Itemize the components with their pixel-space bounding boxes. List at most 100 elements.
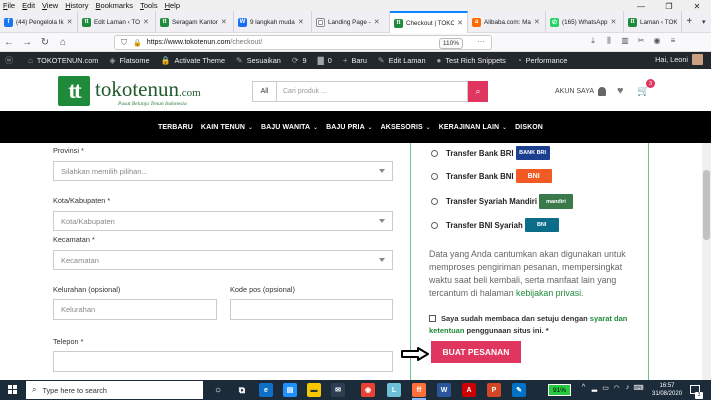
tab-checkout[interactable]: tt Checkout | TOKO ✕ <box>390 11 468 33</box>
nav-diskon[interactable]: DISKON <box>515 124 543 131</box>
kelurahan-input[interactable]: Kelurahan <box>53 299 217 320</box>
wp-item-edit-page[interactable]: ✎ Edit Laman <box>378 56 426 65</box>
file-explorer-icon[interactable]: ▬ <box>307 383 321 397</box>
app-l-icon[interactable]: L <box>387 383 401 397</box>
edge-icon[interactable]: e <box>259 383 273 397</box>
kota-select[interactable]: Kota/Kabupaten <box>53 211 393 231</box>
scrollbar-thumb[interactable] <box>703 170 710 240</box>
volume-icon[interactable]: ♪ <box>622 384 633 392</box>
kecamatan-select[interactable]: Kecamatan <box>53 250 393 270</box>
place-order-button[interactable]: BUAT PESANAN <box>431 341 521 363</box>
clock[interactable]: 16:57 31/08/2020 <box>652 382 682 398</box>
tab-laman[interactable]: tt Laman ‹ TOKOTE <box>624 11 682 33</box>
tab-close-icon[interactable]: ✕ <box>143 18 149 26</box>
nav-kerajinan-lain[interactable]: KERAJINAN LAIN ⌄ <box>439 124 507 131</box>
nav-baju-wanita[interactable]: BAJU WANITA ⌄ <box>261 124 318 131</box>
firefox-icon[interactable]: ff <box>412 383 426 400</box>
task-view-icon[interactable]: ⧉ <box>235 383 249 397</box>
forward-icon[interactable]: → <box>18 37 36 48</box>
cart-icon[interactable]: 🛒 <box>637 86 649 97</box>
windows-start-icon[interactable] <box>8 385 18 395</box>
chrome-icon[interactable]: ◉ <box>361 383 375 397</box>
nav-kain-tenun[interactable]: KAIN TENUN ⌄ <box>201 124 253 131</box>
url-bar[interactable]: ⛉ 🔒 https://www.tokotenun.com/checkout/ … <box>114 35 492 50</box>
terms-checkbox[interactable] <box>429 315 436 322</box>
kodepos-input[interactable] <box>230 299 393 320</box>
wp-item-customize[interactable]: ✎ Sesuaikan <box>236 56 281 65</box>
wp-item-comments[interactable]: ▇ 0 <box>318 56 332 65</box>
sidebar-icon[interactable]: ▥ <box>617 36 633 46</box>
battery-indicator[interactable]: 91% <box>548 384 571 396</box>
tab-close-icon[interactable]: ✕ <box>374 18 380 26</box>
telepon-input[interactable] <box>53 351 393 372</box>
network-icon[interactable]: ▂ <box>589 384 600 392</box>
payment-option-bri[interactable]: Transfer Bank BRI BANK BRI <box>431 146 550 160</box>
wp-item-wordpress[interactable]: ⓦ <box>5 55 17 66</box>
tab-edit-laman[interactable]: tt Edit Laman ‹ TO ✕ <box>78 11 156 33</box>
back-icon[interactable]: ← <box>0 37 18 48</box>
menu-edit[interactable]: Edit <box>22 1 35 10</box>
wp-user-menu[interactable]: Hai, Leoni <box>655 54 703 65</box>
tab-landing[interactable]: ▢ Landing Page - ✕ <box>312 11 390 33</box>
provinsi-select[interactable]: Silahkan memilih pilihan... <box>53 161 393 181</box>
store-icon[interactable]: ▤ <box>283 383 297 397</box>
radio-button[interactable] <box>431 172 438 180</box>
tab-close-icon[interactable]: ✕ <box>457 19 463 27</box>
menu-help[interactable]: Help <box>165 1 180 10</box>
radio-button[interactable] <box>431 198 438 205</box>
account-link[interactable]: AKUN SAYA <box>555 87 607 96</box>
tab-close-icon[interactable]: ✕ <box>298 18 304 26</box>
home-icon[interactable]: ⌂ <box>54 37 72 48</box>
wp-item-activate-theme[interactable]: 🔒 Activate Theme <box>161 56 226 65</box>
wp-item-rich-snippets[interactable]: ● Test Rich Snippets <box>437 56 506 65</box>
mail-icon[interactable]: ✉ <box>331 383 345 397</box>
powerpoint-icon[interactable]: P <box>487 383 501 397</box>
search-input[interactable]: Cari produk ... <box>277 81 468 102</box>
privacy-policy-link[interactable]: kebijakan privasi <box>516 288 581 298</box>
tab-close-icon[interactable]: ✕ <box>611 18 617 26</box>
screenshot-icon[interactable]: ✂ <box>633 36 649 46</box>
cortana-icon[interactable]: ○ <box>211 383 225 397</box>
menu-tools[interactable]: Tools <box>140 1 158 10</box>
word-app-icon[interactable]: W <box>437 383 451 397</box>
search-button[interactable]: ⌕ <box>468 81 488 102</box>
tab-alibaba[interactable]: a Alibaba.com: Ma ✕ <box>468 11 546 33</box>
wp-item-flatsome[interactable]: ◈ Flatsome <box>109 56 149 65</box>
library-icon[interactable]: ⫼ <box>601 36 617 46</box>
tab-seragam[interactable]: tt Seragam Kantor ✕ <box>156 11 234 33</box>
tab-pengelola[interactable]: f (44) Pengelola Ik ✕ <box>0 11 78 33</box>
taskbar-search-input[interactable]: ⌕ Type here to search <box>26 381 203 399</box>
tab-close-icon[interactable]: ✕ <box>67 18 73 26</box>
shield-icon[interactable]: ⛉ <box>121 38 127 48</box>
nav-aksesoris[interactable]: AKSESORIS ⌄ <box>381 124 431 131</box>
tab-close-icon[interactable]: ✕ <box>534 18 540 26</box>
new-tab-button[interactable]: + <box>682 11 697 32</box>
paint-icon[interactable]: ✎ <box>512 383 526 397</box>
wp-item-new[interactable]: + Baru <box>343 56 367 65</box>
payment-option-bni[interactable]: Transfer Bank BNI BNI <box>431 169 552 183</box>
acrobat-icon[interactable]: A <box>462 383 476 397</box>
chevron-up-icon[interactable]: ^ <box>578 384 589 392</box>
extension-icon[interactable]: ◉ <box>649 36 665 46</box>
wishlist-heart-icon[interactable]: ♥ <box>617 85 624 97</box>
wifi-icon[interactable]: ◠ <box>611 384 622 392</box>
tab-close-icon[interactable]: ✕ <box>221 18 227 26</box>
payment-option-mandiri[interactable]: Transfer Syariah Mandiri mandiri <box>431 194 573 209</box>
tab-langkah[interactable]: W 9 langkah muda ✕ <box>234 11 312 33</box>
keyboard-icon[interactable]: ⌨ <box>633 384 644 392</box>
site-logo[interactable]: tt tokotenun.com Pusat Belanja Tenun Ind… <box>58 76 201 107</box>
wp-item-performance[interactable]: ◔ Performance <box>517 56 568 65</box>
nav-baju-pria[interactable]: BAJU PRIA ⌄ <box>326 124 373 131</box>
download-icon[interactable]: ⤓ <box>585 36 601 46</box>
menu-bookmarks[interactable]: Bookmarks <box>96 1 134 10</box>
menu-file[interactable]: File <box>3 1 15 10</box>
payment-option-bni-syariah[interactable]: Transfer BNI Syariah BNI <box>431 218 559 232</box>
lock-icon[interactable]: 🔒 <box>133 39 142 47</box>
menu-icon[interactable]: ≡ <box>665 36 681 46</box>
reload-icon[interactable]: ↻ <box>36 37 54 48</box>
battery-icon[interactable]: ▭ <box>600 384 611 392</box>
zoom-level[interactable]: 110% <box>438 38 463 49</box>
menu-view[interactable]: View <box>42 1 58 10</box>
wp-item-site[interactable]: ⌂ TOKOTENUN.com <box>28 56 98 65</box>
menu-history[interactable]: History <box>65 1 88 10</box>
